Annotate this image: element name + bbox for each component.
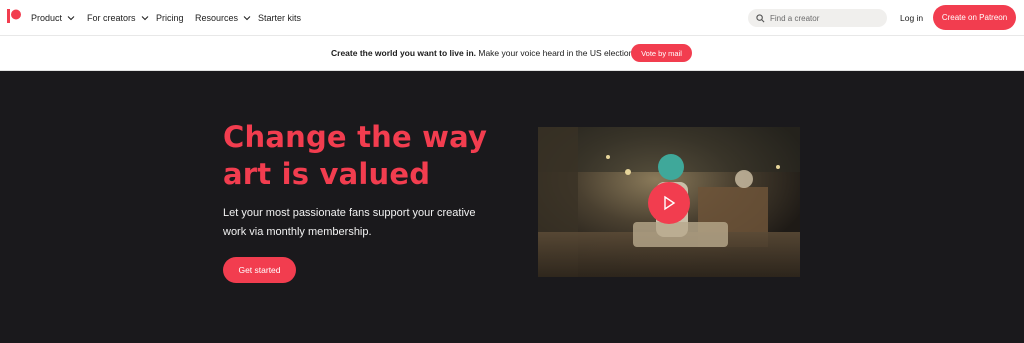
nav-item-starter-kits[interactable]: Starter kits bbox=[258, 0, 301, 36]
patreon-logo-icon[interactable] bbox=[7, 9, 21, 23]
chevron-down-icon bbox=[243, 16, 251, 21]
nav-item-for-creators[interactable]: For creators bbox=[87, 0, 149, 36]
hero-subtitle-line: work via monthly membership. bbox=[223, 226, 372, 238]
hero-title-line: art is valued bbox=[223, 157, 431, 191]
hero-subtitle: Let your most passionate fans support yo… bbox=[223, 204, 523, 242]
search-input[interactable] bbox=[770, 13, 880, 23]
hero-title-line: Change the way bbox=[223, 120, 488, 154]
banner-text: Create the world you want to live in. Ma… bbox=[331, 48, 640, 58]
nav-item-label: Starter kits bbox=[258, 13, 302, 23]
chevron-down-icon bbox=[141, 16, 148, 21]
hero-subtitle-line: Let your most passionate fans support yo… bbox=[223, 207, 476, 219]
search-box[interactable] bbox=[748, 9, 887, 27]
nav-item-label: For creators bbox=[87, 13, 136, 23]
get-started-button[interactable]: Get started bbox=[223, 257, 296, 283]
nav-item-label: Resources bbox=[195, 13, 239, 23]
vote-by-mail-button[interactable]: Vote by mail bbox=[631, 44, 692, 62]
nav-item-label: Product bbox=[31, 13, 63, 23]
nav-item-product[interactable]: Product bbox=[31, 0, 75, 36]
banner-bold-text: Create the world you want to live in. bbox=[331, 48, 476, 58]
hero-video[interactable] bbox=[538, 127, 800, 277]
nav-item-pricing[interactable]: Pricing bbox=[156, 0, 184, 36]
play-icon bbox=[664, 195, 676, 211]
nav-item-label: Pricing bbox=[156, 13, 184, 23]
election-banner: Create the world you want to live in. Ma… bbox=[0, 36, 1024, 71]
hero-title: Change the way art is valued bbox=[223, 119, 503, 193]
banner-body-text: Make your voice heard in the US election… bbox=[476, 48, 640, 58]
create-on-patreon-button[interactable]: Create on Patreon bbox=[933, 5, 1016, 30]
search-icon bbox=[756, 13, 765, 22]
play-button[interactable] bbox=[648, 182, 690, 224]
nav-item-resources[interactable]: Resources bbox=[195, 0, 251, 36]
chevron-down-icon bbox=[67, 16, 75, 21]
top-navigation: Product For creators Pricing Resources S… bbox=[0, 0, 1024, 36]
login-link[interactable]: Log in bbox=[900, 0, 923, 36]
hero-section: Change the way art is valued Let your mo… bbox=[0, 71, 1024, 343]
